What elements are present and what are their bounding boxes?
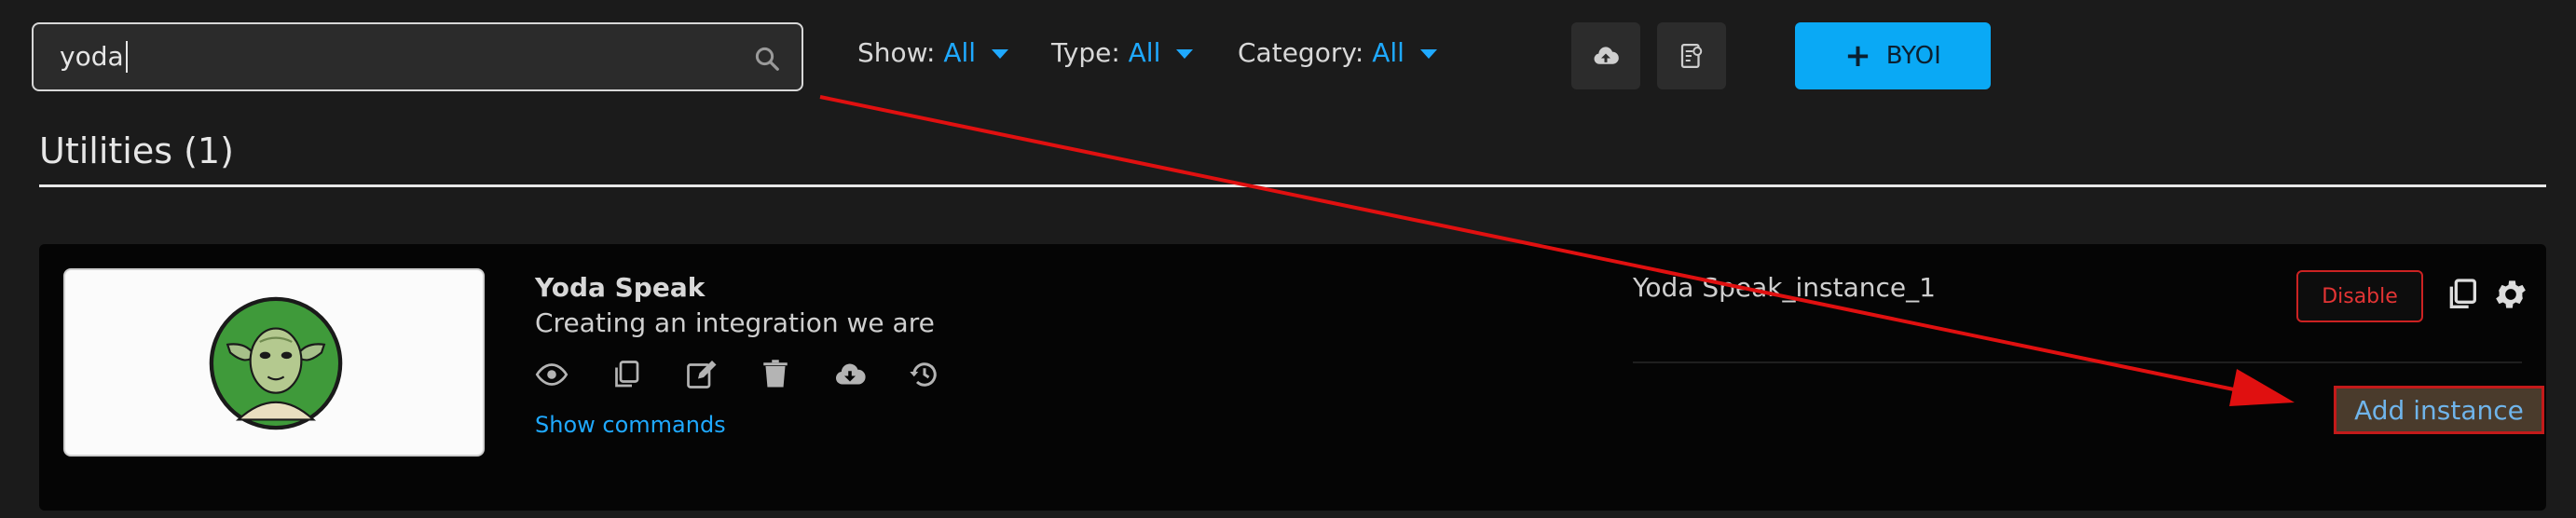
- chevron-down-icon[interactable]: [1419, 49, 1437, 59]
- top-toolbar: yoda Show: All Type: All Category: All +…: [0, 0, 2576, 112]
- trash-icon[interactable]: [759, 358, 796, 395]
- search-input-value[interactable]: yoda: [60, 41, 128, 73]
- upload-button[interactable]: [1571, 22, 1640, 89]
- filter-type-value[interactable]: All: [1129, 37, 1161, 68]
- filter-type[interactable]: Type: All: [1051, 37, 1194, 68]
- cloud-download-icon[interactable]: [833, 358, 870, 395]
- gear-icon[interactable]: [2492, 276, 2529, 313]
- filter-type-label: Type:: [1051, 37, 1120, 68]
- instance-name[interactable]: Yoda Speak_instance_1: [1633, 272, 1936, 303]
- copy-icon[interactable]: [610, 358, 647, 395]
- plus-icon: +: [1844, 37, 1871, 75]
- filter-show[interactable]: Show: All: [857, 37, 1008, 68]
- eye-icon[interactable]: [535, 358, 572, 395]
- byoi-label: BYOI: [1885, 42, 1941, 70]
- add-instance-button[interactable]: Add instance: [2334, 386, 2544, 434]
- docs-button[interactable]: [1657, 22, 1726, 89]
- byoi-button[interactable]: + BYOI: [1795, 22, 1991, 89]
- filter-show-value[interactable]: All: [943, 37, 976, 68]
- cloud-upload-icon: [1594, 47, 1619, 64]
- search-input[interactable]: yoda: [32, 22, 803, 91]
- integration-description: Creating an integration we are: [535, 307, 935, 338]
- chevron-down-icon[interactable]: [991, 49, 1008, 59]
- history-icon[interactable]: [908, 358, 945, 395]
- disable-button[interactable]: Disable: [2296, 270, 2423, 322]
- search-icon[interactable]: [753, 45, 781, 73]
- filter-show-label: Show:: [857, 37, 936, 68]
- filter-category[interactable]: Category: All: [1238, 37, 1437, 68]
- instance-divider: [1633, 361, 2522, 363]
- chevron-down-icon[interactable]: [1176, 49, 1194, 59]
- document-gear-icon: [1680, 44, 1703, 68]
- yoda-avatar: [209, 296, 343, 430]
- filter-category-label: Category:: [1238, 37, 1364, 68]
- copy-icon[interactable]: [2444, 276, 2481, 313]
- show-commands-link[interactable]: Show commands: [535, 412, 726, 438]
- edit-icon[interactable]: [684, 358, 721, 395]
- integration-logo: [63, 268, 485, 457]
- integration-card: Yoda Speak Creating an integration we ar…: [39, 244, 2546, 511]
- section-divider: [39, 184, 2546, 187]
- integration-name: Yoda Speak: [535, 272, 706, 303]
- section-title: Utilities (1): [39, 130, 234, 171]
- filter-category-value[interactable]: All: [1372, 37, 1404, 68]
